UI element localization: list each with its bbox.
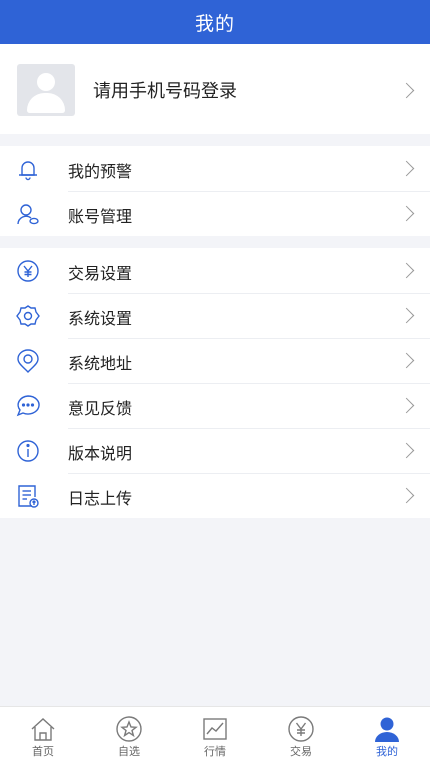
top-header: 我的 [0, 0, 430, 44]
menu-item-feedback[interactable]: 意见反馈 [0, 383, 430, 428]
tab-label: 我的 [376, 745, 398, 758]
avatar [17, 64, 75, 116]
info-icon [17, 440, 39, 462]
person-icon [375, 717, 399, 742]
menu-item-label: 系统地址 [68, 354, 133, 373]
menu-item-system-address[interactable]: 系统地址 [0, 338, 430, 383]
login-profile-row[interactable]: 请用手机号码登录 [0, 44, 430, 134]
menu-item-trade-settings[interactable]: 交易设置 [0, 248, 430, 293]
menu-item-log-upload[interactable]: 日志上传 [0, 473, 430, 518]
tab-watchlist[interactable]: 自选 [86, 707, 172, 766]
menu-item-system-settings[interactable]: 系统设置 [0, 293, 430, 338]
home-icon [31, 718, 55, 741]
account-manage-icon [17, 204, 39, 225]
menu-item-label: 账号管理 [68, 207, 133, 226]
login-prompt: 请用手机号码登录 [93, 81, 237, 102]
tab-market[interactable]: 行情 [172, 707, 258, 766]
menu-item-label: 意见反馈 [68, 399, 133, 418]
chevron-right-icon [398, 442, 415, 459]
chevron-right-icon [398, 487, 415, 504]
chevron-right-icon [398, 160, 415, 177]
chevron-right-icon [398, 262, 415, 279]
chart-icon [203, 718, 227, 740]
yen-icon [288, 716, 314, 742]
menu-item-label: 交易设置 [68, 264, 133, 283]
menu-item-label: 版本说明 [68, 444, 133, 463]
menu-group-settings: 交易设置 系统设置 系统地址 意见反馈 版本说明 日志上传 [0, 248, 430, 518]
menu-item-label: 系统设置 [68, 309, 133, 328]
menu-item-account-manage[interactable]: 账号管理 [0, 191, 430, 236]
chat-bubble-icon [16, 395, 40, 417]
tab-label: 行情 [204, 745, 226, 758]
chevron-right-icon [398, 307, 415, 324]
tab-trade[interactable]: 交易 [258, 707, 344, 766]
tab-label: 首页 [32, 745, 54, 758]
chevron-right-icon [398, 205, 415, 222]
menu-item-version-notes[interactable]: 版本说明 [0, 428, 430, 473]
tab-label: 交易 [290, 745, 312, 758]
menu-item-label: 日志上传 [68, 489, 133, 508]
bottom-tab-bar: 首页 自选 行情 交易 我的 [0, 706, 430, 766]
bell-icon [19, 161, 37, 181]
menu-item-label: 我的预警 [68, 162, 133, 181]
chevron-right-icon [398, 82, 415, 99]
location-pin-icon [17, 349, 39, 373]
tab-home[interactable]: 首页 [0, 707, 86, 766]
tab-label: 自选 [118, 745, 140, 758]
page-title: 我的 [194, 12, 235, 35]
chevron-right-icon [398, 397, 415, 414]
menu-item-my-alerts[interactable]: 我的预警 [0, 146, 430, 191]
tab-mine[interactable]: 我的 [344, 707, 430, 766]
gear-icon [16, 305, 40, 327]
log-upload-icon [18, 485, 39, 508]
yen-circle-icon [17, 260, 39, 282]
star-icon [116, 716, 142, 742]
menu-group-alerts: 我的预警 账号管理 [0, 146, 430, 236]
chevron-right-icon [398, 352, 415, 369]
